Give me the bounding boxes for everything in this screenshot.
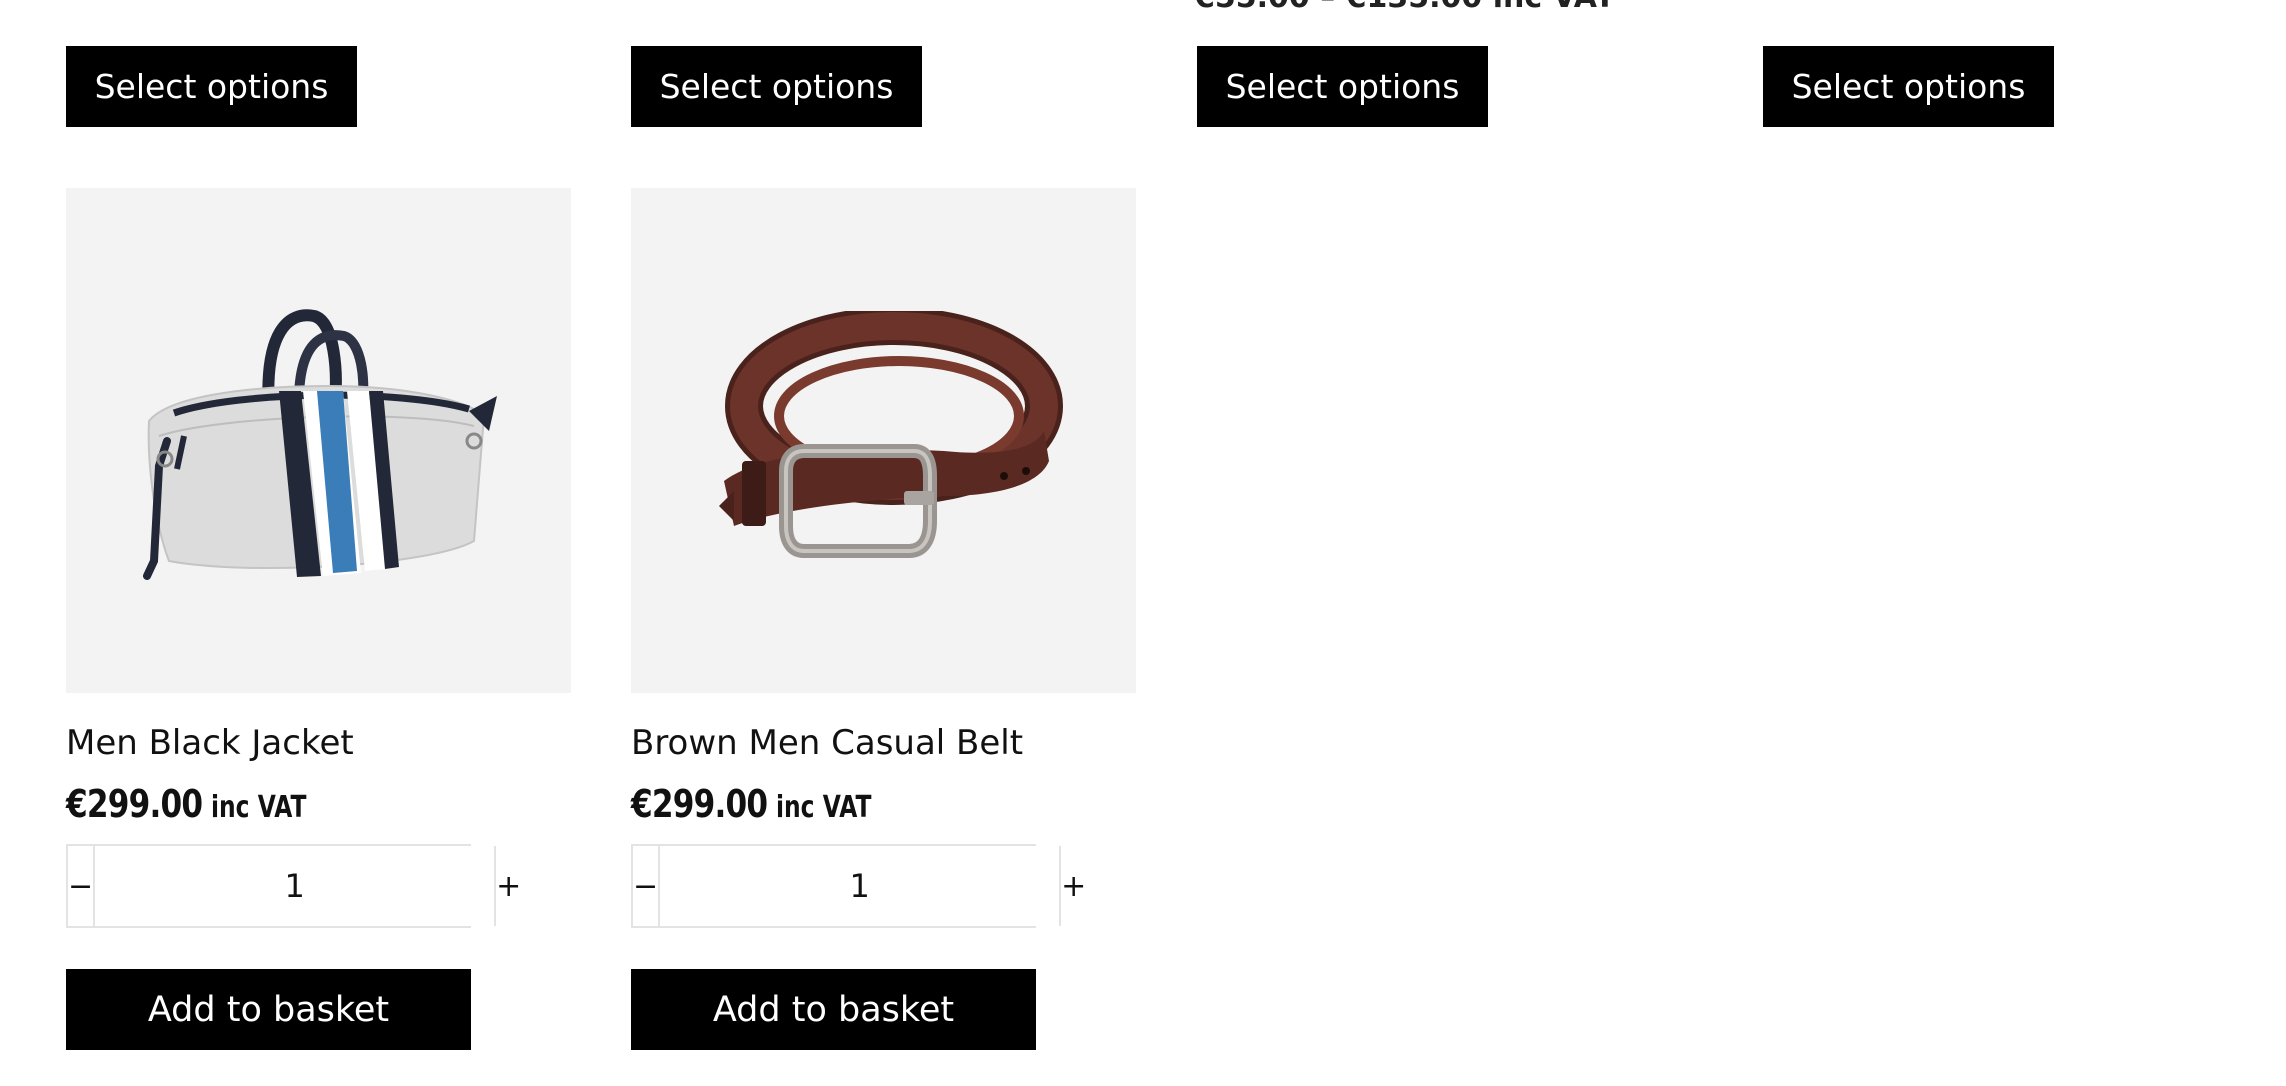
product-price: €299.00 inc VAT <box>66 776 571 832</box>
quantity-stepper: − + <box>631 844 1087 928</box>
price-range-fragment: €55.00 – €135.00 inc VAT <box>1194 0 1615 15</box>
product-card: Brown Men Casual Belt €299.00 inc VAT − … <box>631 188 1136 1050</box>
select-options-button[interactable]: Select options <box>1197 46 1488 127</box>
belt-image <box>718 310 1063 558</box>
price-amount: €299.00 <box>66 782 203 826</box>
quantity-input[interactable] <box>660 846 1060 926</box>
quantity-increase-button[interactable]: + <box>494 846 522 926</box>
product-image-link[interactable] <box>66 188 571 693</box>
product-image-link[interactable] <box>631 188 1136 693</box>
select-options-button[interactable]: Select options <box>1763 46 2054 127</box>
add-to-basket-button[interactable]: Add to basket <box>631 969 1036 1050</box>
quantity-input[interactable] <box>95 846 495 926</box>
quantity-decrease-button[interactable]: − <box>633 846 661 926</box>
product-card: Men Black Jacket €299.00 inc VAT − + Add… <box>66 188 571 1050</box>
select-options-button[interactable]: Select options <box>66 46 357 127</box>
product-title[interactable]: Brown Men Casual Belt <box>631 718 1136 768</box>
product-price: €299.00 inc VAT <box>631 776 1136 832</box>
product-grid-page: €55.00 – €135.00 inc VAT Select options … <box>0 0 2286 1086</box>
product-title[interactable]: Men Black Jacket <box>66 718 571 768</box>
price-vat-suffix: inc VAT <box>776 790 872 825</box>
quantity-increase-button[interactable]: + <box>1059 846 1087 926</box>
add-to-basket-button[interactable]: Add to basket <box>66 969 471 1050</box>
quantity-stepper: − + <box>66 844 522 928</box>
duffel-bag-image <box>142 308 497 580</box>
select-options-button[interactable]: Select options <box>631 46 922 127</box>
price-amount: €299.00 <box>631 782 768 826</box>
price-vat-suffix: inc VAT <box>211 790 307 825</box>
quantity-decrease-button[interactable]: − <box>68 846 96 926</box>
